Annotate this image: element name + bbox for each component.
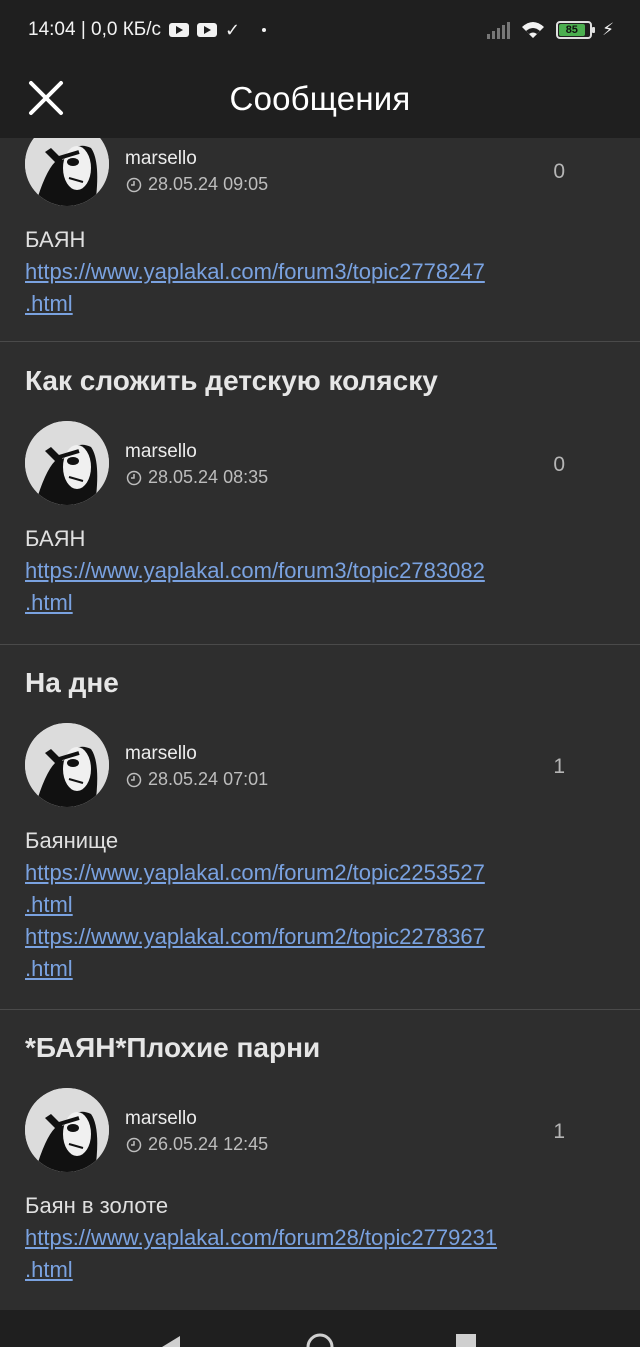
youtube-icon xyxy=(197,23,218,37)
post-title[interactable]: На дне xyxy=(25,667,119,699)
youtube-icon xyxy=(169,23,190,37)
post-date: 28.05.24 08:35 xyxy=(126,467,268,488)
post-date: 28.05.24 07:01 xyxy=(126,769,268,790)
date-text: 26.05.24 12:45 xyxy=(148,1134,269,1154)
app-bar: Сообщения xyxy=(0,60,640,138)
author-name[interactable]: marsello xyxy=(125,148,197,170)
message-text: Баян в золоте xyxy=(25,1193,169,1218)
message-link[interactable]: https://www.yaplakal.com/forum3/topic278… xyxy=(25,555,585,587)
navigation-bar xyxy=(0,1310,640,1347)
message-link-suffix[interactable]: .html xyxy=(25,288,585,320)
avatar[interactable] xyxy=(25,723,109,807)
author-name[interactable]: marsello xyxy=(125,441,197,463)
avatar[interactable] xyxy=(25,138,109,206)
status-right: 85 ⚡ xyxy=(487,20,614,40)
message-item[interactable]: Как сложить детскую коляску marsello 28.… xyxy=(0,343,640,645)
author-name[interactable]: marsello xyxy=(125,1108,197,1130)
message-link-suffix[interactable]: .html xyxy=(25,889,585,921)
signal-icon xyxy=(487,21,511,39)
date-text: 28.05.24 09:05 xyxy=(148,174,269,194)
message-link-suffix[interactable]: .html xyxy=(25,1254,600,1286)
author-name[interactable]: marsello xyxy=(125,743,197,765)
clock-icon xyxy=(126,177,142,192)
back-icon[interactable] xyxy=(160,1334,182,1347)
message-body: БАЯН https://www.yaplakal.com/forum3/top… xyxy=(25,224,585,320)
charging-icon: ⚡ xyxy=(602,20,614,39)
close-button[interactable] xyxy=(22,74,70,122)
post-date: 28.05.24 09:05 xyxy=(126,174,268,195)
message-item[interactable]: *БАЯН*Плохие парни marsello 26.05.24 12:… xyxy=(0,1010,640,1310)
clock-icon xyxy=(126,1137,142,1152)
notification-dot-icon xyxy=(262,28,267,32)
message-list[interactable]: marsello 28.05.24 09:05 0 БАЯН https://w… xyxy=(0,138,640,1310)
avatar-image xyxy=(25,723,109,807)
close-icon xyxy=(29,81,63,115)
message-text: БАЯН xyxy=(25,526,86,551)
message-text: БАЯН xyxy=(25,227,86,252)
message-item[interactable]: На дне marsello 28.05.24 07:01 1 Баянище… xyxy=(0,645,640,1010)
avatar-image xyxy=(25,1088,109,1172)
message-body: Баян в золоте https://www.yaplakal.com/f… xyxy=(25,1190,600,1286)
battery-level: 85 xyxy=(559,24,585,36)
avatar-image xyxy=(25,138,109,206)
wifi-icon xyxy=(522,22,545,38)
status-left: 14:04 | 0,0 КБ/с ✓ xyxy=(28,19,267,41)
download-done-icon: ✓ xyxy=(225,19,241,40)
message-link-suffix[interactable]: .html xyxy=(25,953,585,985)
post-title[interactable]: *БАЯН*Плохие парни xyxy=(25,1032,320,1064)
avatar[interactable] xyxy=(25,1088,109,1172)
post-title[interactable]: Как сложить детскую коляску xyxy=(25,365,438,397)
message-body: БАЯН https://www.yaplakal.com/forum3/top… xyxy=(25,523,585,619)
message-item[interactable]: marsello 28.05.24 09:05 0 БАЯН https://w… xyxy=(0,138,640,342)
reply-count: 1 xyxy=(553,1120,565,1143)
date-text: 28.05.24 08:35 xyxy=(148,467,269,487)
message-link-suffix[interactable]: .html xyxy=(25,587,585,619)
message-body: Баянище https://www.yaplakal.com/forum2/… xyxy=(25,825,585,985)
post-date: 26.05.24 12:45 xyxy=(126,1134,268,1155)
home-icon[interactable] xyxy=(305,1332,335,1347)
status-bar: 14:04 | 0,0 КБ/с ✓ 85 ⚡ xyxy=(0,0,640,60)
reply-count: 0 xyxy=(553,453,565,476)
message-text: Баянище xyxy=(25,828,119,853)
page-title: Сообщения xyxy=(229,80,411,117)
message-link[interactable]: https://www.yaplakal.com/forum28/topic27… xyxy=(25,1222,600,1254)
recents-icon[interactable] xyxy=(456,1334,476,1347)
avatar[interactable] xyxy=(25,421,109,505)
message-link[interactable]: https://www.yaplakal.com/forum3/topic277… xyxy=(25,256,585,288)
battery-icon: 85 xyxy=(556,21,596,39)
message-link[interactable]: https://www.yaplakal.com/forum2/topic225… xyxy=(25,857,585,889)
avatar-image xyxy=(25,421,109,505)
clock-icon xyxy=(126,470,142,485)
status-time: 14:04 | 0,0 КБ/с xyxy=(28,19,162,40)
date-text: 28.05.24 07:01 xyxy=(148,769,269,789)
message-link[interactable]: https://www.yaplakal.com/forum2/topic227… xyxy=(25,921,585,953)
reply-count: 0 xyxy=(553,160,565,183)
reply-count: 1 xyxy=(553,755,565,778)
clock-icon xyxy=(126,772,142,787)
